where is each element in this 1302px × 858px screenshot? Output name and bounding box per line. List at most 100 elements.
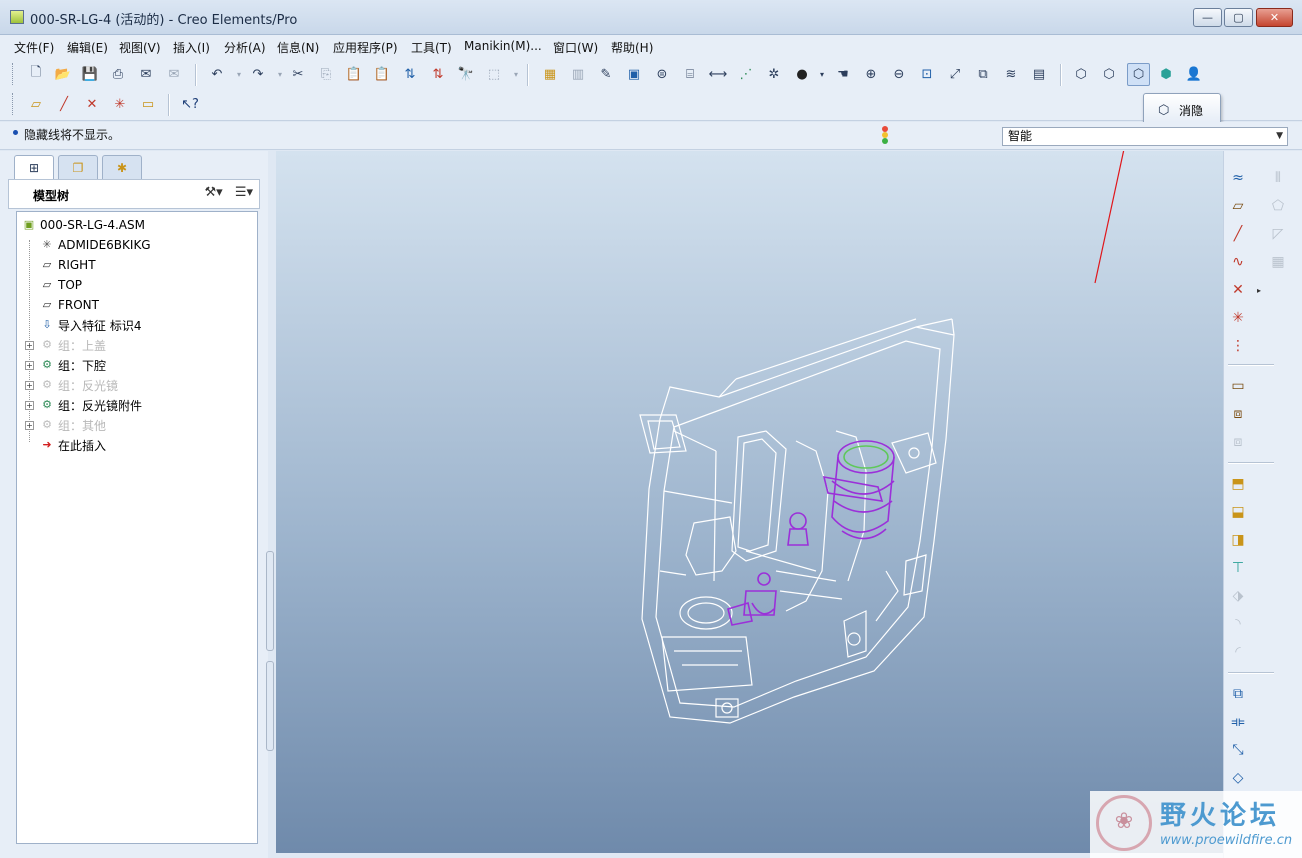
tree-node[interactable]: ▱ RIGHT: [39, 256, 96, 274]
saved-views-icon[interactable]: ⌸: [680, 64, 700, 84]
revolve-icon[interactable]: ⬓: [1227, 501, 1249, 523]
find-icon[interactable]: 🔭: [456, 64, 476, 84]
selection-filter[interactable]: 智能 ▼: [1002, 127, 1288, 146]
graphics-window[interactable]: [276, 151, 1223, 853]
shading-icon[interactable]: ⬢: [1156, 64, 1176, 84]
tree-node[interactable]: ➜ 在此插入: [39, 436, 106, 454]
appearance-dropdown-icon[interactable]: ▾: [812, 64, 832, 84]
datum-display-icon[interactable]: ▦: [540, 64, 560, 84]
copy-feature-icon[interactable]: ⧉: [1227, 683, 1249, 705]
send-mail-icon[interactable]: ✉: [136, 64, 156, 84]
datum-plane-tool-icon[interactable]: ▱: [26, 94, 46, 114]
tree-node[interactable]: ⚙ 组：其他: [39, 416, 106, 434]
regenerate-icon[interactable]: ⇅: [400, 64, 420, 84]
model-display-icon[interactable]: ▤: [1029, 64, 1049, 84]
copy-icon[interactable]: ⎘: [316, 64, 336, 84]
close-button[interactable]: ✕: [1256, 8, 1293, 27]
reorient-icon[interactable]: ⤢: [945, 64, 965, 84]
maximize-button[interactable]: ▢: [1224, 8, 1253, 27]
menu-manikin[interactable]: Manikin(M)...: [464, 39, 542, 53]
surface-icon[interactable]: ◇: [1227, 767, 1249, 789]
undo-icon[interactable]: ↶: [207, 64, 227, 84]
orient-icon[interactable]: ⊜: [652, 64, 672, 84]
regenerate-manager-icon[interactable]: ⇅: [428, 64, 448, 84]
tree-node[interactable]: ✳ ADMIDE6BKIKG: [39, 236, 150, 254]
tree-expand-icon[interactable]: +: [25, 381, 34, 390]
tree-node[interactable]: ▱ TOP: [39, 276, 82, 294]
tree-expand-icon[interactable]: +: [25, 361, 34, 370]
datum-point-icon[interactable]: ✕: [1227, 279, 1249, 301]
save-icon[interactable]: 💾: [80, 64, 100, 84]
tree-columns-icon[interactable]: ☰▾: [235, 185, 253, 200]
datum-curve-icon[interactable]: ∿: [1227, 251, 1249, 273]
mirror-icon[interactable]: ⫴: [1267, 167, 1289, 189]
menu-analysis[interactable]: 分析(A): [224, 39, 266, 56]
analysis-icon[interactable]: ⋮: [1227, 335, 1249, 357]
tree-node[interactable]: ⚙ 组：上盖: [39, 336, 106, 354]
datum-point-tool-icon[interactable]: ✕: [82, 94, 102, 114]
undo-dropdown-icon[interactable]: ▾: [229, 64, 249, 84]
send-link-icon[interactable]: ✉: [164, 64, 184, 84]
tree-node[interactable]: ⇩ 导入特征 标识4: [39, 316, 141, 334]
datum-axis-icon[interactable]: ╱: [1227, 223, 1249, 245]
tab-model-tree[interactable]: ⊞: [14, 155, 54, 179]
move-icon[interactable]: ⤡: [1227, 739, 1249, 761]
menu-tools[interactable]: 工具(T): [411, 39, 452, 56]
no-hidden-icon[interactable]: ⬡: [1127, 63, 1150, 86]
paste-special-icon[interactable]: 📋: [372, 64, 392, 84]
place-component-icon[interactable]: ▭: [1227, 375, 1249, 397]
cut-icon[interactable]: ✂: [288, 64, 308, 84]
tree-expand-icon[interactable]: +: [25, 341, 34, 350]
tree-node[interactable]: ▱ FRONT: [39, 296, 99, 314]
tree-node[interactable]: ⚙ 组：反光镜附件: [39, 396, 142, 414]
menu-info[interactable]: 信息(N): [277, 39, 319, 56]
point-dropdown-icon[interactable]: ▸: [1248, 279, 1270, 301]
datum-plane-icon[interactable]: ▱: [1227, 195, 1249, 217]
mirror-feature-icon[interactable]: ⟚: [1227, 711, 1249, 733]
open-folder-icon[interactable]: 📂: [53, 64, 73, 84]
shape-icon[interactable]: ⬠: [1267, 195, 1289, 217]
panel-resize-handle[interactable]: [266, 551, 274, 651]
spin-center-icon[interactable]: ✲: [764, 64, 784, 84]
tree-node[interactable]: ⚙ 组：反光镜: [39, 376, 118, 394]
layers-icon[interactable]: ≋: [1001, 64, 1021, 84]
zoom-in-icon[interactable]: ⊕: [861, 64, 881, 84]
layer-display-icon[interactable]: ▥: [568, 64, 588, 84]
select-dropdown-icon[interactable]: ▾: [506, 64, 526, 84]
menu-applications[interactable]: 应用程序(P): [333, 39, 398, 56]
shell-icon[interactable]: ⬗: [1227, 585, 1249, 607]
package-component-icon[interactable]: ⧈: [1227, 431, 1249, 453]
edit-icon[interactable]: ✎: [596, 64, 616, 84]
minimize-button[interactable]: —: [1193, 8, 1222, 27]
context-help-icon[interactable]: ↖?: [180, 94, 200, 114]
sketch-datum-curve-icon[interactable]: ≈: [1227, 167, 1249, 189]
menu-edit[interactable]: 编辑(E): [67, 39, 108, 56]
new-file-icon[interactable]: 🗋: [26, 64, 46, 84]
print-icon[interactable]: ⎙: [108, 64, 128, 84]
tree-node[interactable]: ⚙ 组：下腔: [39, 356, 106, 374]
grid-icon[interactable]: ▦: [1267, 251, 1289, 273]
tree-node[interactable]: ▣ 000-SR-LG-4.ASM: [21, 216, 145, 234]
window-icon[interactable]: ▣: [624, 64, 644, 84]
menu-view[interactable]: 视图(V): [119, 39, 161, 56]
view-manager-icon[interactable]: ⧉: [973, 64, 993, 84]
model-wireframe[interactable]: [276, 151, 1223, 853]
menu-help[interactable]: 帮助(H): [611, 39, 653, 56]
refit-icon[interactable]: ⊡: [917, 64, 937, 84]
redo-dropdown-icon[interactable]: ▾: [270, 64, 290, 84]
toolbar-grip[interactable]: [12, 63, 15, 85]
menu-window[interactable]: 窗口(W): [553, 39, 598, 56]
tree-expand-icon[interactable]: +: [25, 421, 34, 430]
round-icon[interactable]: ◝: [1227, 613, 1249, 635]
datum-csys-tool-icon[interactable]: ✳: [110, 94, 130, 114]
annotation-tool-icon[interactable]: ▭: [138, 94, 158, 114]
tree-settings-icon[interactable]: ⚒▾: [204, 185, 222, 200]
sweep-icon[interactable]: ◨: [1227, 529, 1249, 551]
zoom-out-icon[interactable]: ⊖: [889, 64, 909, 84]
extrude-icon[interactable]: ⬒: [1227, 473, 1249, 495]
select-box-icon[interactable]: ⬚: [484, 64, 504, 84]
create-component-icon[interactable]: ⧈: [1227, 403, 1249, 425]
tree-expand-icon[interactable]: +: [25, 401, 34, 410]
paste-icon[interactable]: 📋: [344, 64, 364, 84]
coordinate-system-icon[interactable]: ✳: [1227, 307, 1249, 329]
